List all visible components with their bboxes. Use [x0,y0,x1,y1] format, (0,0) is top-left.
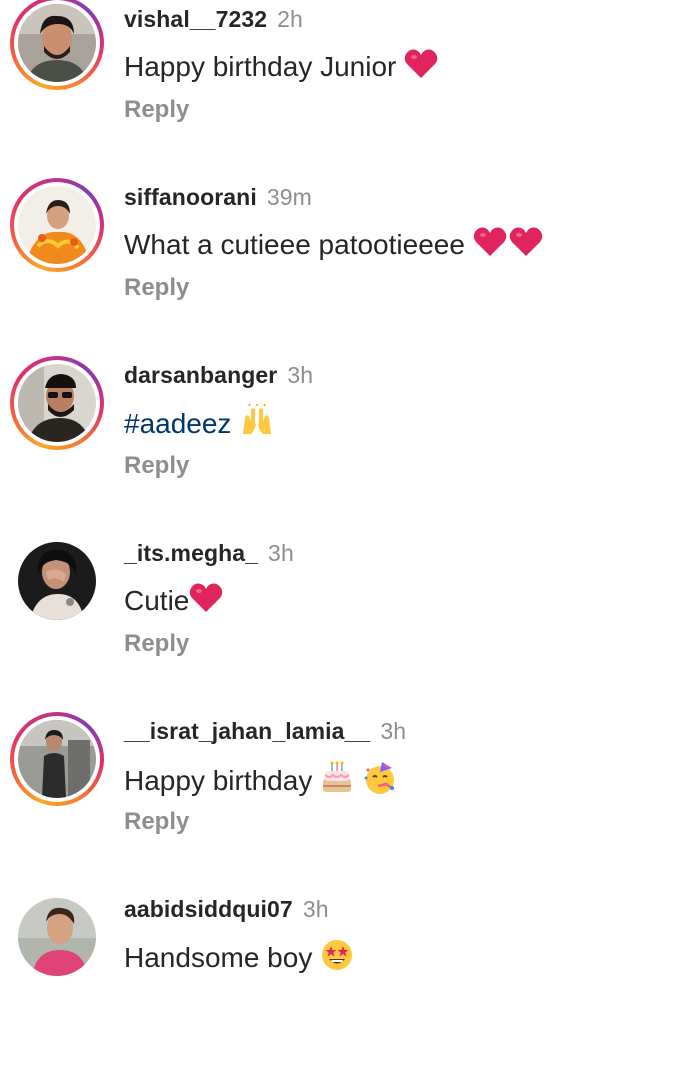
comment-timestamp: 3h [268,540,294,566]
reply-button[interactable]: Reply [124,452,189,480]
birthday-cake-icon [320,761,354,804]
avatar[interactable] [18,364,96,442]
comment-username[interactable]: _its.megha_ 3h [124,540,294,567]
partying-face-icon [362,760,398,805]
comment-username[interactable]: siffanoorani 39m [124,184,312,211]
comment-item: aabidsiddqui07 3h Handsome boy [0,890,683,1068]
comment-item: siffanoorani 39m What a cutieee patootiee… [0,178,683,356]
story-ring[interactable] [10,712,104,806]
red-heart-icon [189,582,223,623]
raising-hands-icon [239,403,275,447]
star-struck-icon [320,938,354,981]
comment-timestamp: 3h [302,896,329,922]
comment-text: What a cutieee patootieeee [124,226,543,267]
story-ring[interactable] [10,178,104,272]
reply-button[interactable]: Reply [124,808,189,836]
hashtag-link[interactable]: #aadeez [124,408,231,439]
comment-username[interactable]: __israt_jahan_lamia__ 3h [124,718,406,745]
comment-text: Happy birthday [124,760,398,805]
comment-item: vishal__7232 2h Happy birthday Junior Rep… [0,0,683,178]
comment-text: Happy birthday Junior [124,48,438,89]
comment-item: darsanbanger 3h #aadeez Reply [0,356,683,534]
comment-username[interactable]: darsanbanger 3h [124,362,313,389]
avatar[interactable] [18,720,96,798]
comment-text: Handsome boy [124,938,354,981]
comment-item: _its.megha_ 3h Cutie Reply [0,534,683,712]
red-heart-icon [509,226,543,267]
reply-button[interactable]: Reply [124,630,189,658]
comment-timestamp: 3h [287,362,314,388]
comment-timestamp: 39m [266,184,312,210]
avatar[interactable] [18,186,96,264]
comment-item: __israt_jahan_lamia__ 3h Happy birthday R… [0,712,683,890]
story-ring[interactable] [10,0,104,90]
avatar[interactable] [18,542,96,620]
avatar[interactable] [18,4,96,82]
comment-timestamp: 2h [277,6,303,32]
comment-text: Cutie [124,582,223,623]
comment-text: #aadeez [124,403,275,447]
reply-button[interactable]: Reply [124,274,189,302]
red-heart-icon [404,48,438,89]
comment-username[interactable]: vishal__7232 2h [124,6,303,33]
red-heart-icon [473,226,507,267]
story-ring[interactable] [10,356,104,450]
avatar[interactable] [18,898,96,976]
reply-button[interactable]: Reply [124,96,189,124]
comment-username[interactable]: aabidsiddqui07 3h [124,896,329,923]
comment-timestamp: 3h [380,718,407,744]
